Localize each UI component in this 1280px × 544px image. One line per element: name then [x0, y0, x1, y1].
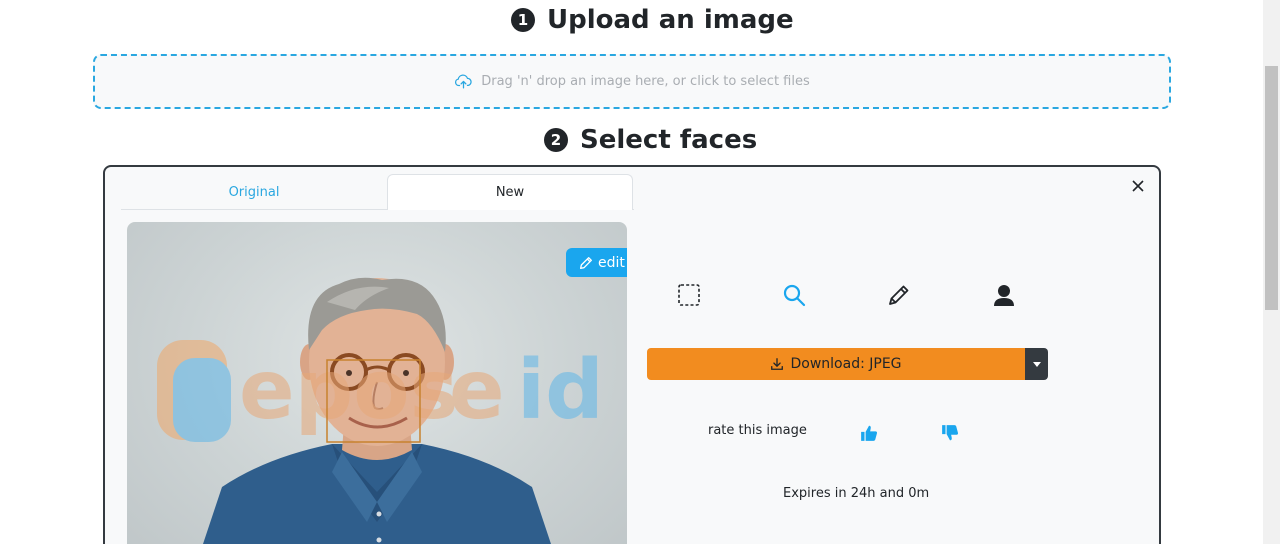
tab-new[interactable]: New: [387, 174, 633, 210]
step-number: 2: [544, 128, 568, 152]
step-title: Upload an image: [547, 5, 794, 35]
search-icon: [783, 284, 806, 307]
download-format-dropdown[interactable]: [1025, 348, 1048, 380]
portrait-photo: epos e id: [157, 277, 604, 544]
cloud-upload-icon: [455, 74, 472, 89]
pencil-icon: [580, 256, 593, 269]
scrollbar-thumb[interactable]: [1265, 66, 1278, 310]
close-icon[interactable]: [1129, 177, 1147, 195]
edit-label: edit: [598, 254, 625, 271]
page: 1 Upload an image Drag 'n' drop an image…: [0, 0, 1280, 544]
download-button[interactable]: Download: JPEG: [647, 348, 1025, 380]
download-icon: [771, 358, 784, 370]
edit-button[interactable]: edit: [566, 248, 627, 277]
search-tool[interactable]: [779, 280, 809, 310]
svg-text:e: e: [449, 343, 505, 438]
expiry-text: Expires in 24h and 0m: [783, 486, 930, 501]
select-region-tool[interactable]: [674, 280, 704, 310]
svg-text:id: id: [517, 343, 604, 438]
download-label: Download: JPEG: [790, 356, 902, 372]
image-tabs: Original New: [121, 174, 634, 210]
draw-tool[interactable]: [884, 280, 914, 310]
tab-original[interactable]: Original: [121, 174, 387, 210]
download-split-button: Download: JPEG: [647, 348, 1048, 380]
svg-text:epos: epos: [239, 343, 458, 438]
person-icon: [994, 285, 1014, 306]
page-scrollbar[interactable]: [1263, 0, 1280, 544]
face-editor-panel: Original New epos e id edit Download: JP…: [103, 165, 1161, 544]
step-2-heading: 2 Select faces: [544, 122, 757, 158]
thumbs-up-icon[interactable]: [860, 424, 878, 442]
result-image: epos e id edit: [127, 222, 627, 544]
caret-down-icon: [1032, 361, 1041, 367]
rate-label: rate this image: [708, 423, 807, 438]
pencil-icon: [889, 285, 909, 305]
select-region-icon: [678, 284, 700, 306]
thumbs-down-icon[interactable]: [941, 424, 959, 442]
step-number: 1: [511, 8, 535, 32]
step-title: Select faces: [580, 125, 758, 155]
image-dropzone[interactable]: Drag 'n' drop an image here, or click to…: [93, 54, 1171, 109]
dropzone-text: Drag 'n' drop an image here, or click to…: [481, 74, 810, 89]
step-1-heading: 1 Upload an image: [511, 2, 794, 38]
person-tool[interactable]: [989, 280, 1019, 310]
